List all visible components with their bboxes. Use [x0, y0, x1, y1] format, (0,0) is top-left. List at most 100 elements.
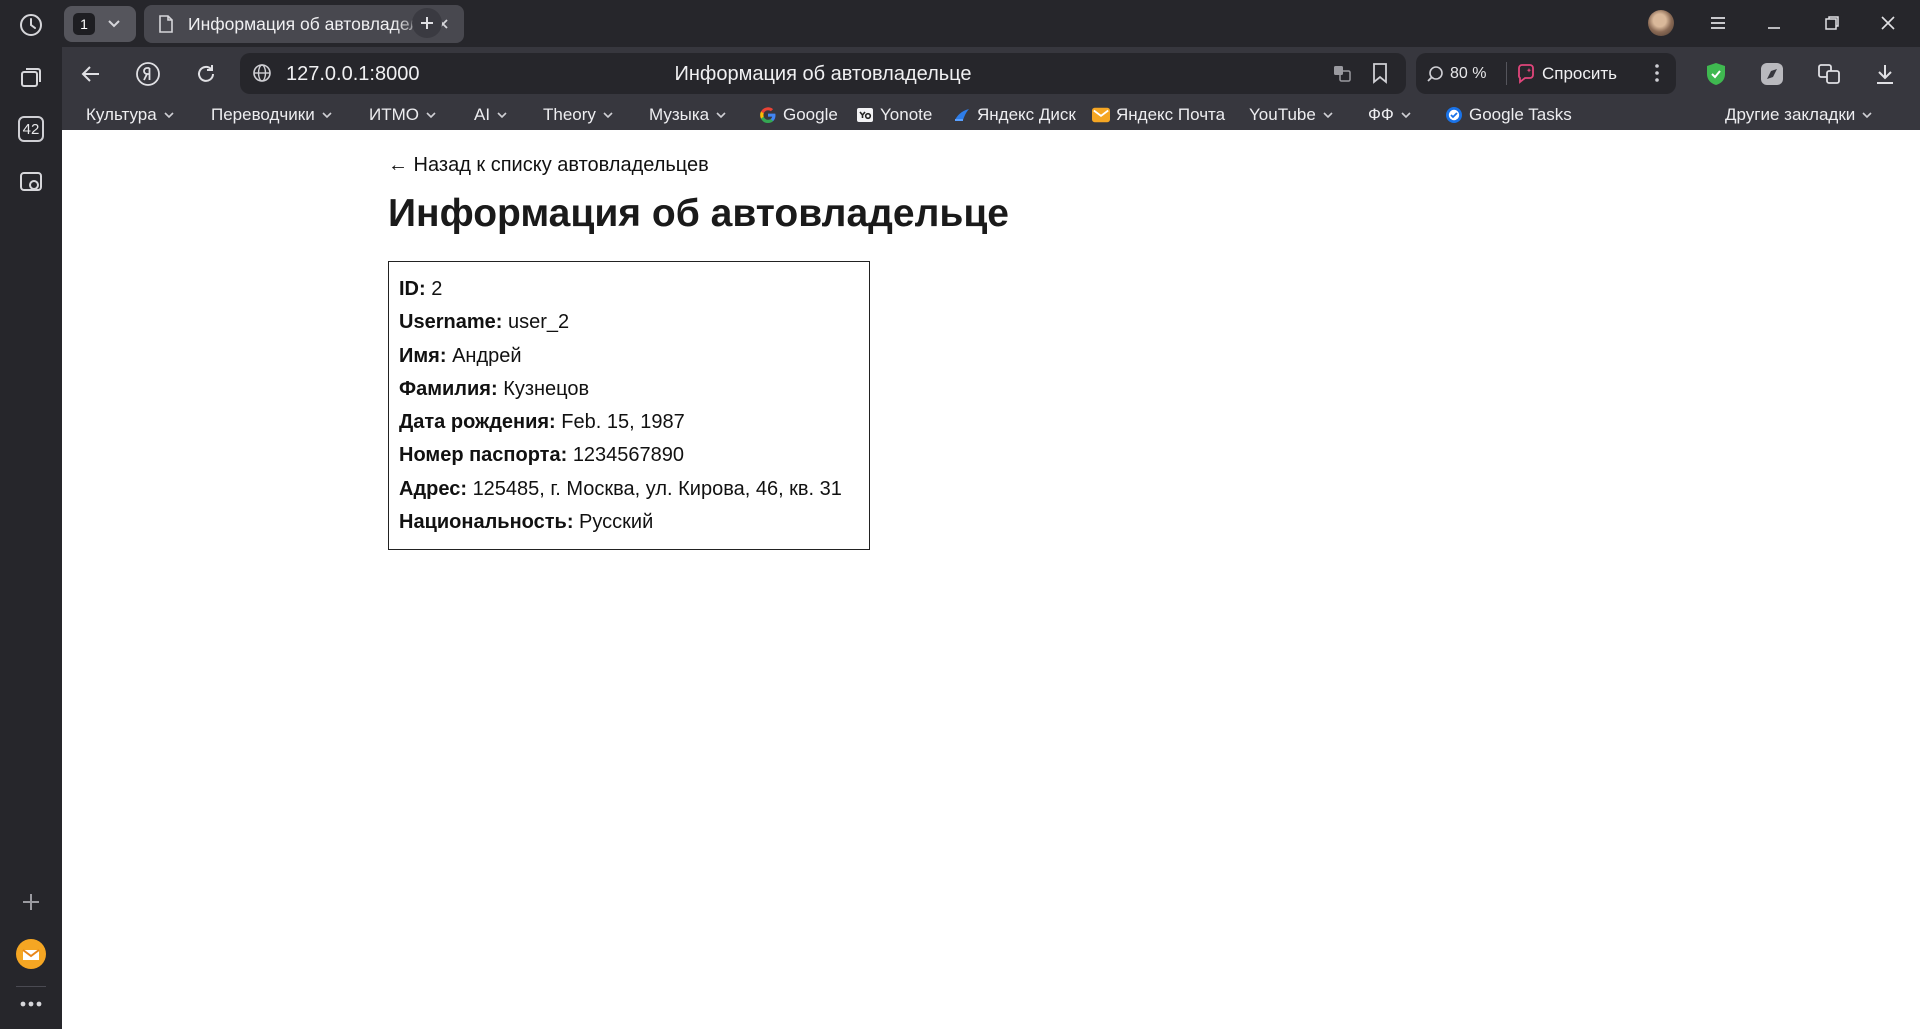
bookmark-label: Google Tasks	[1469, 105, 1572, 124]
bookmark-google-tasks[interactable]: Google Tasks	[1445, 104, 1572, 126]
owner-info-card: ID: 2 Username: user_2 Имя: Андрей Фамил…	[388, 261, 870, 550]
field-value: 125485, г. Москва, ул. Кирова, 46, кв. 3…	[472, 477, 842, 500]
zoom-icon	[1426, 65, 1444, 83]
yonote-icon	[856, 106, 874, 124]
more-icon[interactable]	[13, 986, 49, 1022]
new-tab-button[interactable]	[412, 8, 442, 38]
chevron-down-icon	[496, 111, 508, 119]
add-panel-icon[interactable]	[13, 884, 49, 920]
tab-count-badge[interactable]: 42	[13, 111, 49, 147]
info-row-birth-date: Дата рождения: Feb. 15, 1987	[399, 406, 859, 439]
chevron-down-icon	[1400, 111, 1412, 119]
google-tasks-icon	[1445, 106, 1463, 124]
zoom-level: 80 %	[1450, 65, 1487, 82]
field-label: Дата рождения:	[399, 411, 556, 434]
page-content: ← Назад к списку автовладельцев Информац…	[62, 130, 1920, 1029]
download-icon[interactable]	[1868, 57, 1902, 91]
field-value: user_2	[507, 311, 570, 334]
translate-icon[interactable]	[1332, 63, 1352, 83]
minimize-icon[interactable]	[1754, 8, 1794, 38]
mail-app-icon[interactable]	[13, 936, 49, 972]
bookmark-folder-itmo[interactable]: ИТМО	[369, 104, 437, 126]
bookmark-folder-ff[interactable]: ФФ	[1368, 104, 1412, 126]
bookmark-folder-theory[interactable]: Theory	[543, 104, 614, 126]
bookmark-label: ИТМО	[369, 105, 419, 124]
bookmark-label: Theory	[543, 105, 596, 124]
info-row-first-name: Имя: Андрей	[399, 340, 859, 373]
field-value: Андрей	[452, 344, 522, 367]
field-value: Русский	[579, 511, 654, 534]
tab-strip: 1 Информация об автовладельце	[62, 0, 1920, 47]
field-value: 1234567890	[572, 444, 685, 467]
zoom-and-assistant: 80 % Спросить	[1416, 53, 1676, 94]
history-icon[interactable]	[13, 7, 49, 43]
bookmark-label: Яндекс Почта	[1116, 105, 1226, 124]
field-label: Имя:	[399, 344, 447, 367]
bookmark-yandex-disk[interactable]: Яндекс Диск	[953, 104, 1076, 126]
bookmark-icon[interactable]	[1370, 62, 1390, 84]
info-row-username: Username: user_2	[399, 306, 859, 339]
zoom-button[interactable]: 80 %	[1426, 61, 1486, 87]
bookmark-label: Музыка	[649, 105, 710, 124]
info-row-address: Адрес: 125485, г. Москва, ул. Кирова, 46…	[399, 473, 859, 506]
ask-alice-button[interactable]: Спросить	[1516, 61, 1617, 87]
bookmark-label: Другие закладки	[1725, 105, 1856, 124]
bookmark-folder-music[interactable]: Музыка	[649, 104, 727, 126]
menu-icon[interactable]	[1698, 8, 1738, 38]
bookmark-label: Культура	[86, 105, 157, 124]
field-label: Номер паспорта:	[399, 444, 568, 467]
bookmark-folder-ai[interactable]: AI	[474, 104, 508, 126]
info-row-last-name: Фамилия: Кузнецов	[399, 373, 859, 406]
yandex-mail-icon	[1092, 106, 1110, 124]
collections-icon[interactable]	[13, 59, 49, 95]
page-heading: Информация об автовладельце	[674, 63, 972, 85]
address-bar[interactable]: 127.0.0.1:8000 Информация об автовладель…	[240, 53, 1406, 94]
page-icon	[158, 15, 174, 33]
bookmark-label: YouTube	[1249, 105, 1316, 124]
bookmark-label: Yonote	[880, 105, 933, 124]
bookmark-yonote[interactable]: Yonote	[856, 104, 932, 126]
chevron-down-icon	[1322, 111, 1334, 119]
navigation-toolbar: 127.0.0.1:8000 Информация об автовладель…	[62, 47, 1920, 100]
screenshot-icon[interactable]	[13, 164, 49, 200]
ask-label: Спросить	[1542, 64, 1618, 83]
google-icon	[759, 106, 777, 124]
extension-compass-icon[interactable]	[1755, 57, 1789, 91]
chevron-down-icon	[1861, 111, 1873, 119]
bookmark-folder-culture[interactable]: Культура	[86, 104, 175, 126]
field-value: 2	[431, 278, 443, 300]
extension-translate-icon[interactable]	[1812, 57, 1846, 91]
field-value: Feb. 15, 1987	[561, 411, 685, 434]
yandex-icon[interactable]	[131, 57, 165, 91]
restore-icon[interactable]	[1812, 8, 1852, 38]
bookmark-label: Яндекс Диск	[977, 105, 1076, 124]
back-icon[interactable]	[74, 57, 108, 91]
chevron-down-icon	[321, 111, 333, 119]
reload-icon[interactable]	[189, 57, 223, 91]
bookmark-folder-translators[interactable]: Переводчики	[211, 104, 333, 126]
bookmark-label: AI	[474, 105, 491, 124]
bookmark-yandex-mail[interactable]: Яндекс Почта	[1092, 104, 1225, 126]
page-title: Информация об автовладельце	[388, 192, 1009, 235]
avatar[interactable]	[1648, 10, 1674, 36]
back-to-list-link[interactable]: ← Назад к списку автовладельцев	[388, 154, 709, 177]
bookmark-google[interactable]: Google	[759, 104, 838, 126]
chevron-down-icon	[107, 19, 121, 29]
tab-counter-button[interactable]: 1	[64, 6, 136, 42]
bookmark-other[interactable]: Другие закладки	[1725, 104, 1873, 126]
tab-count-text: 42	[18, 116, 44, 142]
protect-shield-icon[interactable]	[1699, 57, 1733, 91]
chevron-down-icon	[163, 111, 175, 119]
info-row-id: ID: 2	[399, 273, 859, 306]
browser-sidebar: 42	[0, 0, 62, 1029]
field-value: Кузнецов	[503, 377, 590, 400]
alice-icon	[1516, 64, 1536, 84]
bookmark-label: Переводчики	[211, 105, 315, 124]
bookmark-folder-youtube[interactable]: YouTube	[1249, 104, 1334, 126]
kebab-menu-icon[interactable]	[1654, 63, 1660, 83]
bookmark-label: ФФ	[1368, 105, 1394, 124]
window-close-icon[interactable]	[1868, 8, 1908, 38]
field-label: Username:	[399, 311, 503, 334]
chevron-down-icon	[715, 111, 727, 119]
info-row-nationality: Национальность: Русский	[399, 506, 859, 539]
